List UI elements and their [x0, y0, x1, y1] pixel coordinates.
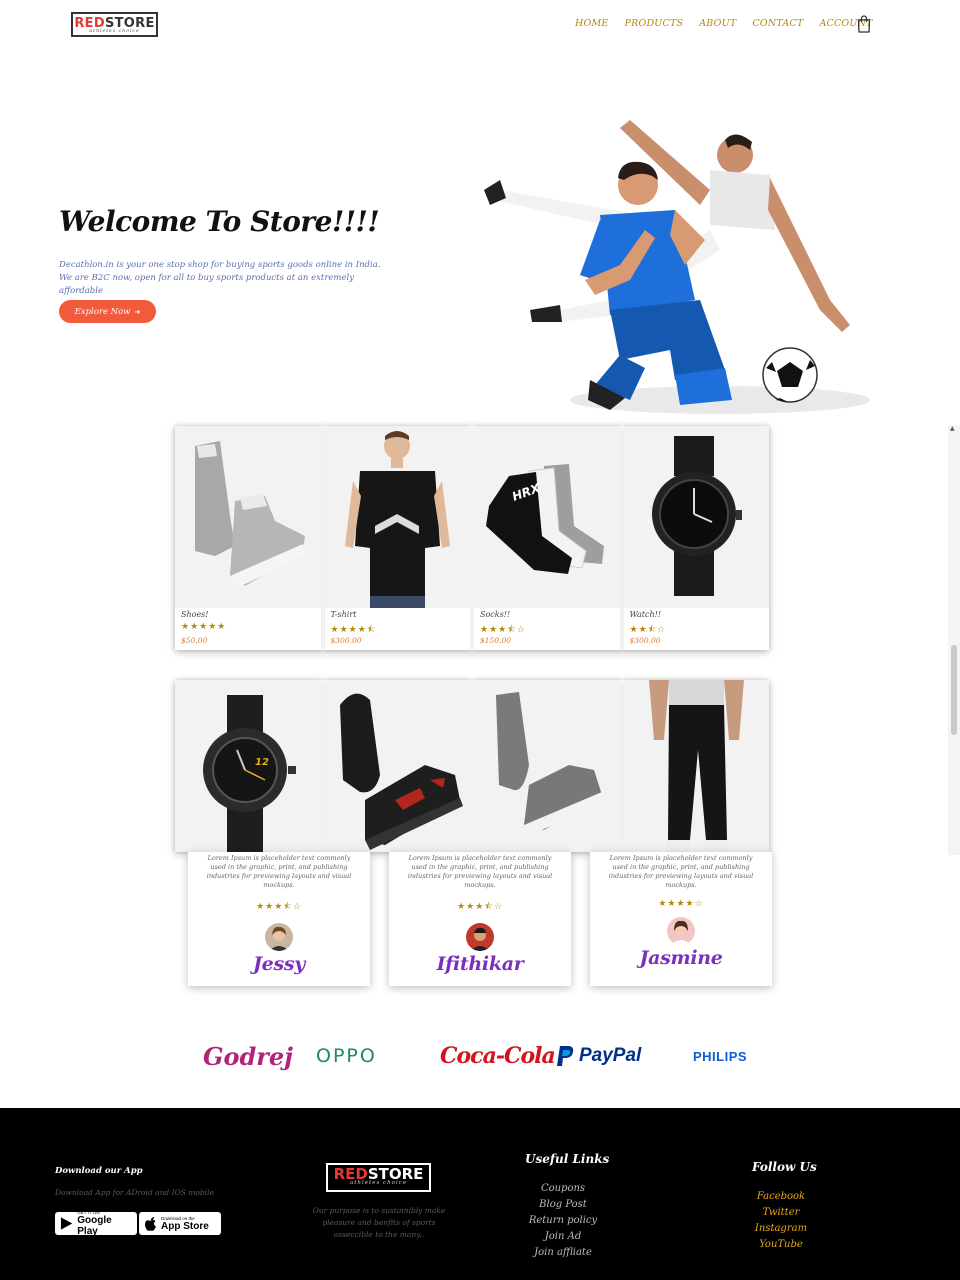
app-store-button[interactable]: Download on the App Store [139, 1212, 221, 1235]
social-links-list: Facebook Twitter Instagram YouTube [745, 1189, 817, 1253]
hero-title: Welcome To Store!!!! [59, 205, 380, 238]
useful-links-title: Useful Links [525, 1152, 610, 1166]
avatar [466, 923, 494, 951]
testimonial-quote: Lorem Ipsum is placeholder text commonly… [608, 854, 754, 889]
testimonial-card: Lorem Ipsum is placeholder text commonly… [590, 852, 772, 986]
product-name: Shoes! [181, 610, 209, 619]
link-facebook[interactable]: Facebook [745, 1189, 817, 1205]
hero-text-line1: Decathlon.in is your one stop shop for b… [59, 260, 381, 270]
avatar [667, 917, 695, 945]
running-shoes-image [324, 680, 470, 852]
testimonial-rating: ★★★⯪☆ [256, 902, 302, 912]
tshirt-model-image [324, 426, 470, 608]
brand-oppo-text: OPPO [316, 1045, 377, 1067]
avatar [265, 923, 293, 951]
testimonial-name: Jasmine [639, 947, 723, 969]
link-return-policy[interactable]: Return policy [520, 1213, 606, 1229]
follow-us-title: Follow Us [752, 1160, 817, 1174]
link-join-affiliate[interactable]: Join affliate [520, 1245, 606, 1261]
sport-watch-image: 12 [175, 680, 321, 852]
products-row-2: 12 [175, 680, 769, 852]
google-play-icon [60, 1217, 73, 1230]
testimonial-rating: ★★★★☆ [658, 899, 704, 909]
brand-paypal-logo: PayPal [556, 1038, 641, 1074]
useful-links-list: Coupons Blog Post Return policy Join Ad … [520, 1181, 606, 1261]
hero-text-line2: We are B2C now, open for all to buy spor… [59, 273, 355, 296]
svg-text:12: 12 [255, 757, 269, 768]
product-card[interactable]: Watch!! ★★⯪☆ $300.00 [623, 426, 769, 650]
nav-home[interactable]: HOME [575, 18, 609, 29]
main-nav: HOME PRODUCTS ABOUT CONTACT ACCOUNT [575, 18, 889, 29]
footer-purpose-text: Our purpose is to sustainibly make pleas… [312, 1206, 446, 1239]
brand-godrej-logo: Godrej [203, 1038, 293, 1074]
hero-description: Decathlon.in is your one stop shop for b… [59, 259, 399, 298]
product-name: Socks!! [480, 610, 511, 619]
brand-godrej-text: Godrej [203, 1041, 293, 1071]
brand-philips-logo: PHILIPS [693, 1038, 747, 1074]
product-price: $300.00 [629, 636, 661, 645]
testimonial-card: Lorem Ipsum is placeholder text commonly… [389, 852, 571, 986]
slip-on-shoes-image [474, 680, 620, 852]
paypal-icon [557, 1046, 574, 1066]
product-name: Watch!! [629, 610, 662, 619]
black-watch-image [623, 426, 769, 608]
testimonial-quote: Lorem Ipsum is placeholder text commonly… [206, 854, 352, 889]
link-twitter[interactable]: Twitter [745, 1205, 817, 1221]
brand-cocacola-text: Coca-Cola [440, 1043, 556, 1069]
product-card[interactable]: Shoes! ★★★★★ $50.00 [175, 426, 321, 650]
apple-icon [145, 1217, 156, 1231]
arrow-right-icon: ➜ [134, 307, 141, 316]
google-play-button[interactable]: GET IT ON Google Play [55, 1210, 137, 1237]
nav-contact[interactable]: CONTACT [752, 18, 803, 29]
footer-logo[interactable]: REDSTORE athletes choice [326, 1163, 431, 1192]
product-card[interactable] [623, 680, 769, 852]
header: REDSTORE athletes choice HOME PRODUCTS A… [0, 0, 960, 50]
app-store-large-text: App Store [161, 1220, 209, 1232]
google-play-large-text: Google Play [77, 1215, 112, 1237]
scrollbar-thumb[interactable] [951, 645, 957, 735]
product-name: T-shirt [330, 610, 357, 619]
download-app-text: Download App for ADroid and IOS mobile [55, 1188, 214, 1197]
footer: Download our App Download App for ADroid… [0, 1108, 960, 1280]
product-price: $150.00 [480, 636, 512, 645]
product-rating: ★★★★★ [181, 622, 227, 632]
product-price: $50.00 [181, 636, 208, 645]
link-youtube[interactable]: YouTube [745, 1237, 817, 1253]
sneakers-image [175, 426, 321, 608]
testimonial-name: Jessy [252, 953, 305, 975]
download-app-title: Download our App [55, 1166, 143, 1176]
brand-paypal-text: PayPal [579, 1045, 642, 1066]
testimonial-card: Lorem Ipsum is placeholder text commonly… [188, 852, 370, 986]
brand-philips-text: PHILIPS [693, 1048, 748, 1064]
product-card[interactable]: T-shirt ★★★★⯪ $300.00 [324, 426, 470, 650]
track-pants-image [623, 680, 769, 852]
brand-cocacola-logo: Coca-Cola [440, 1038, 556, 1074]
products-row-1: Shoes! ★★★★★ $50.00 T-shirt ★★★★⯪ $300.0… [175, 426, 769, 650]
socks-image: HRX [474, 426, 620, 608]
scroll-up-arrow-icon[interactable]: ▲ [950, 425, 955, 432]
product-card[interactable] [474, 680, 620, 852]
football-players-image [484, 120, 870, 414]
link-join-ad[interactable]: Join Ad [520, 1229, 606, 1245]
nav-about[interactable]: ABOUT [699, 18, 736, 29]
link-blog-post[interactable]: Blog Post [520, 1197, 606, 1213]
page-scrollbar[interactable]: ▲ [948, 425, 960, 855]
product-price: $300.00 [330, 636, 362, 645]
testimonial-name: Ifithikar [436, 953, 524, 975]
link-instagram[interactable]: Instagram [745, 1221, 817, 1237]
link-coupons[interactable]: Coupons [520, 1181, 606, 1197]
product-card[interactable] [324, 680, 470, 852]
store-logo[interactable]: REDSTORE athletes choice [71, 12, 158, 37]
testimonial-quote: Lorem Ipsum is placeholder text commonly… [407, 854, 553, 889]
shopping-bag-icon[interactable] [857, 15, 871, 33]
product-card[interactable]: HRX Socks!! ★★★⯪☆ $150.00 [474, 426, 620, 650]
explore-now-button[interactable]: Explore Now ➜ [59, 300, 156, 323]
testimonial-rating: ★★★⯪☆ [457, 902, 503, 912]
brand-oppo-logo: OPPO [316, 1038, 377, 1074]
product-card[interactable]: 12 [175, 680, 321, 852]
explore-now-label: Explore Now [74, 306, 131, 317]
nav-products[interactable]: PRODUCTS [625, 18, 684, 29]
